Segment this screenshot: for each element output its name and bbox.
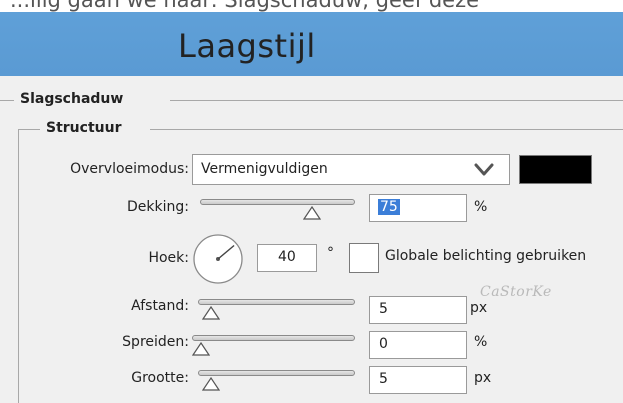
cropped-instruction-text: ...ilig gaan we naar: Slagschaduw, geef … [0,0,623,12]
spread-value: 0 [379,336,388,352]
opacity-input[interactable]: 75 [369,194,467,222]
spread-label: Spreiden: [122,334,189,350]
opacity-slider-thumb[interactable] [302,206,321,220]
size-value: 5 [379,371,388,387]
angle-unit: ° [327,245,334,261]
blend-mode-value: Vermenigvuldigen [201,161,328,177]
distance-input[interactable]: 5 [369,296,467,324]
dialog-title-bar: Laagstijl [0,12,623,76]
angle-label: Hoek: [148,250,189,266]
spread-slider-thumb[interactable] [192,342,210,356]
size-input[interactable]: 5 [369,366,467,394]
layer-style-dialog: ...ilig gaan we naar: Slagschaduw, geef … [0,0,623,403]
opacity-slider-track[interactable] [200,199,355,205]
shadow-color-swatch[interactable] [519,155,592,184]
distance-slider-track[interactable] [198,299,355,305]
group-divider-left [0,100,14,101]
distance-value: 5 [379,301,388,317]
spread-unit: % [474,334,488,350]
global-light-checkbox[interactable] [349,243,379,273]
size-unit: px [474,370,492,386]
distance-slider-thumb[interactable] [202,306,221,320]
opacity-unit: % [474,199,488,215]
size-label: Grootte: [131,370,189,386]
angle-input[interactable]: 40 [257,244,317,272]
blend-mode-label: Overvloeimodus: [70,161,189,177]
subgroup-divider-left [18,129,40,130]
spread-input[interactable]: 0 [369,331,467,359]
angle-value: 40 [278,249,296,265]
group-divider-right [170,100,623,101]
angle-dial[interactable] [192,233,244,285]
group-label-structuur: Structuur [40,120,128,136]
opacity-value: 75 [378,199,400,215]
blend-mode-select[interactable]: Vermenigvuldigen [192,154,510,185]
watermark-text: CaStorKe [480,284,552,300]
subgroup-frame-left [18,129,19,403]
global-light-label: Globale belichting gebruiken [385,248,587,264]
spread-slider-track[interactable] [192,335,355,341]
subgroup-divider-right [150,129,623,130]
chevron-down-icon [474,163,494,176]
opacity-label: Dekking: [127,199,189,215]
size-slider-track[interactable] [198,370,355,376]
distance-label: Afstand: [131,298,189,314]
dialog-title: Laagstijl [178,27,316,65]
size-slider-thumb[interactable] [202,377,221,391]
group-label-slagschaduw: Slagschaduw [14,91,130,107]
cropped-instruction-line: ...ilig gaan we naar: Slagschaduw, geef … [10,0,480,12]
distance-unit: px [470,300,488,316]
